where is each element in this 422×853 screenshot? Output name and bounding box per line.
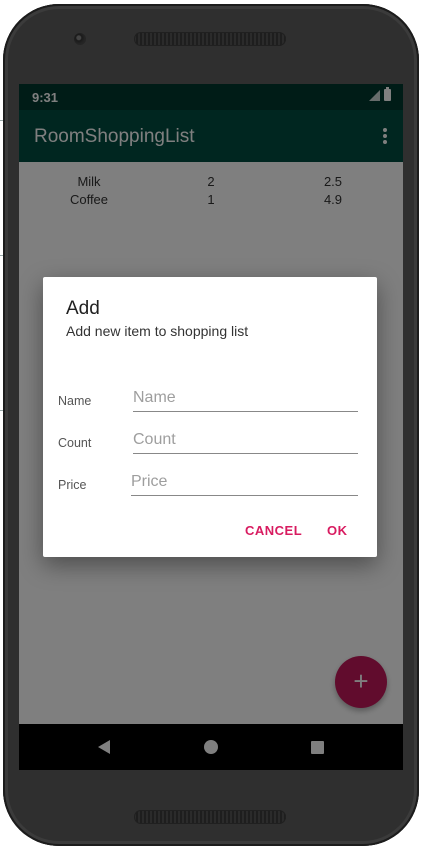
dialog-message: Add new item to shopping list [66,323,249,339]
name-field[interactable] [133,387,358,412]
device-frame: 9:31 RoomShoppingList Milk 2 2.5 Coffee … [3,4,419,846]
top-speaker-grille [134,32,286,46]
count-label: Count [58,436,92,450]
bottom-speaker-grille [134,810,286,824]
device-screen: 9:31 RoomShoppingList Milk 2 2.5 Coffee … [19,84,403,770]
add-item-dialog: Add Add new item to shopping list Name C… [43,277,377,557]
dialog-title: Add [66,298,100,319]
ok-button[interactable]: OK [327,523,348,538]
front-camera [74,33,86,45]
cancel-button[interactable]: CANCEL [245,523,302,538]
name-label: Name [58,394,92,408]
price-field[interactable] [131,471,358,496]
price-label: Price [58,478,87,492]
count-field[interactable] [133,429,358,454]
